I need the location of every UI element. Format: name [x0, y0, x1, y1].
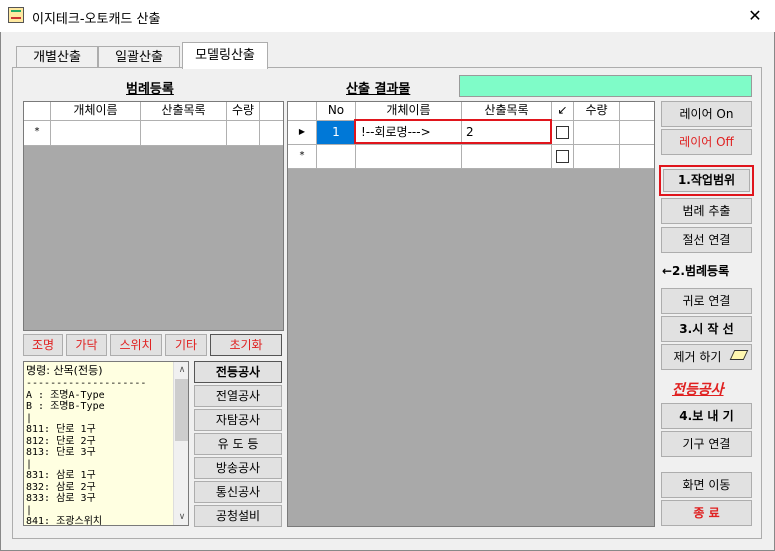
results-cell-no[interactable]: 1 — [317, 121, 356, 145]
results-new-no[interactable] — [317, 145, 356, 169]
work-outlet-button[interactable]: 전열공사 — [194, 385, 282, 407]
return-connect-button[interactable]: 귀로 연결 — [661, 288, 752, 314]
cmd-line: | — [26, 458, 33, 470]
highlight-box — [354, 119, 552, 144]
cmd-line: 833: 삼로 3구 — [26, 493, 96, 504]
legend-corner-header — [24, 102, 51, 121]
cmd-line: A : 조명A-Type — [26, 389, 105, 401]
cmd-line: B : 조명B-Type — [26, 401, 105, 412]
work-guide-light-button[interactable]: 유 도 등 — [194, 433, 282, 455]
legend-grid[interactable]: 개체이름 산출목록 수량 * — [23, 101, 284, 331]
scroll-down-icon[interactable]: ∨ — [174, 509, 188, 525]
close-icon[interactable]: ✕ — [741, 4, 769, 28]
results-new-check[interactable] — [552, 145, 574, 169]
legend-title: 범례등록 — [126, 82, 174, 97]
tab-modeling[interactable]: 모델링산출 — [182, 42, 268, 69]
results-new-extra[interactable] — [620, 145, 654, 169]
results-title: 산출 결과물 — [346, 82, 411, 97]
scroll-thumb[interactable] — [175, 379, 188, 441]
cmd-line: 841: 조광스위치 — [26, 516, 103, 526]
results-header-qty[interactable]: 수량 — [574, 102, 620, 121]
legend-cell-extra[interactable] — [260, 121, 283, 146]
results-cell-check[interactable] — [552, 121, 574, 145]
results-new-qty[interactable] — [574, 145, 620, 169]
work-range-highlight — [659, 165, 754, 196]
legend-header-qty[interactable]: 수량 — [227, 102, 260, 121]
results-header-check[interactable]: ↙ — [552, 102, 574, 121]
tab-individual[interactable]: 개별산출 — [16, 46, 98, 68]
tab-batch[interactable]: 일괄산출 — [98, 46, 180, 68]
results-grid[interactable]: No 개체이름 산출목록 ↙ 수량 ▶ 1 !--회로명---> 2 * — [287, 101, 655, 527]
legend-cell-name[interactable] — [51, 121, 141, 146]
results-cell-qty[interactable] — [574, 121, 620, 145]
result-output-field[interactable] — [459, 75, 752, 97]
layer-off-button[interactable]: 레이어 Off — [661, 129, 752, 155]
legend-extract-button[interactable]: 범례 추출 — [661, 198, 752, 224]
cmd-line: | — [26, 412, 33, 424]
fixture-connect-button[interactable]: 기구 연결 — [661, 431, 752, 457]
results-header-no[interactable]: No — [317, 102, 356, 121]
start-line-button[interactable]: 3.시 작 선 — [661, 316, 752, 342]
results-new-name[interactable] — [356, 145, 462, 169]
work-fire-button[interactable]: 자탐공사 — [194, 409, 282, 431]
app-icon — [8, 7, 24, 23]
window-title: 이지테크-오토캐드 산출 — [32, 12, 161, 27]
new-row-icon: * — [288, 145, 317, 169]
screen-move-button[interactable]: 화면 이동 — [661, 472, 752, 498]
switch-button[interactable]: 스위치 — [110, 334, 162, 356]
command-textarea[interactable]: 명령: 산목(전등) -------------------- A : 조명A-… — [23, 361, 189, 526]
export-button[interactable]: 4.보 내 기 — [661, 403, 752, 429]
work-antenna-button[interactable]: 공청설비 — [194, 505, 282, 527]
legend-header-name[interactable]: 개체이름 — [51, 102, 141, 121]
legend-cell-qty[interactable] — [227, 121, 260, 146]
legend-header-item[interactable]: 산출목록 — [141, 102, 227, 121]
exit-button[interactable]: 종 료 — [661, 500, 752, 526]
results-corner-header — [288, 102, 317, 121]
cmd-line: 811: 단로 1구 — [26, 424, 96, 435]
legend-header-extra — [260, 102, 283, 121]
remove-label: 제거 하기 — [673, 350, 722, 364]
lighting-button[interactable]: 조명 — [23, 334, 63, 356]
cmd-line: 831: 삼로 1구 — [26, 470, 96, 481]
work-telecom-button[interactable]: 통신공사 — [194, 481, 282, 503]
work-lighting-button[interactable]: 전등공사 — [194, 361, 282, 383]
cmd-line: | — [26, 504, 33, 516]
textarea-scrollbar[interactable]: ∧ ∨ — [173, 362, 188, 525]
cut-connect-button[interactable]: 절선 연결 — [661, 227, 752, 253]
results-cell-extra[interactable] — [620, 121, 654, 145]
cmd-line: 812: 단로 2구 — [26, 435, 96, 447]
scroll-up-icon[interactable]: ∧ — [174, 362, 188, 378]
current-work-label: 전등공사 — [672, 382, 724, 398]
layer-on-button[interactable]: 레이어 On — [661, 101, 752, 127]
cmd-line: 명령: 산목(전등) — [26, 364, 103, 377]
results-new-item[interactable] — [462, 145, 552, 169]
cmd-line: 832: 삼로 2구 — [26, 481, 96, 493]
row-pointer-icon: ▶ — [288, 121, 317, 145]
legend-register-label: ←2.범례등록 — [662, 264, 730, 278]
cmd-line: -------------------- — [26, 378, 147, 389]
wire-button[interactable]: 가닥 — [66, 334, 107, 356]
new-row-checkbox[interactable] — [556, 150, 569, 163]
reset-button[interactable]: 초기화 — [210, 334, 282, 356]
other-button[interactable]: 기타 — [165, 334, 207, 356]
cmd-line: 813: 단로 3구 — [26, 447, 96, 458]
legend-cell-item[interactable] — [141, 121, 227, 146]
new-row-icon: * — [24, 121, 51, 146]
work-broadcast-button[interactable]: 방송공사 — [194, 457, 282, 479]
row-checkbox[interactable] — [556, 126, 569, 139]
results-header-extra — [620, 102, 654, 121]
